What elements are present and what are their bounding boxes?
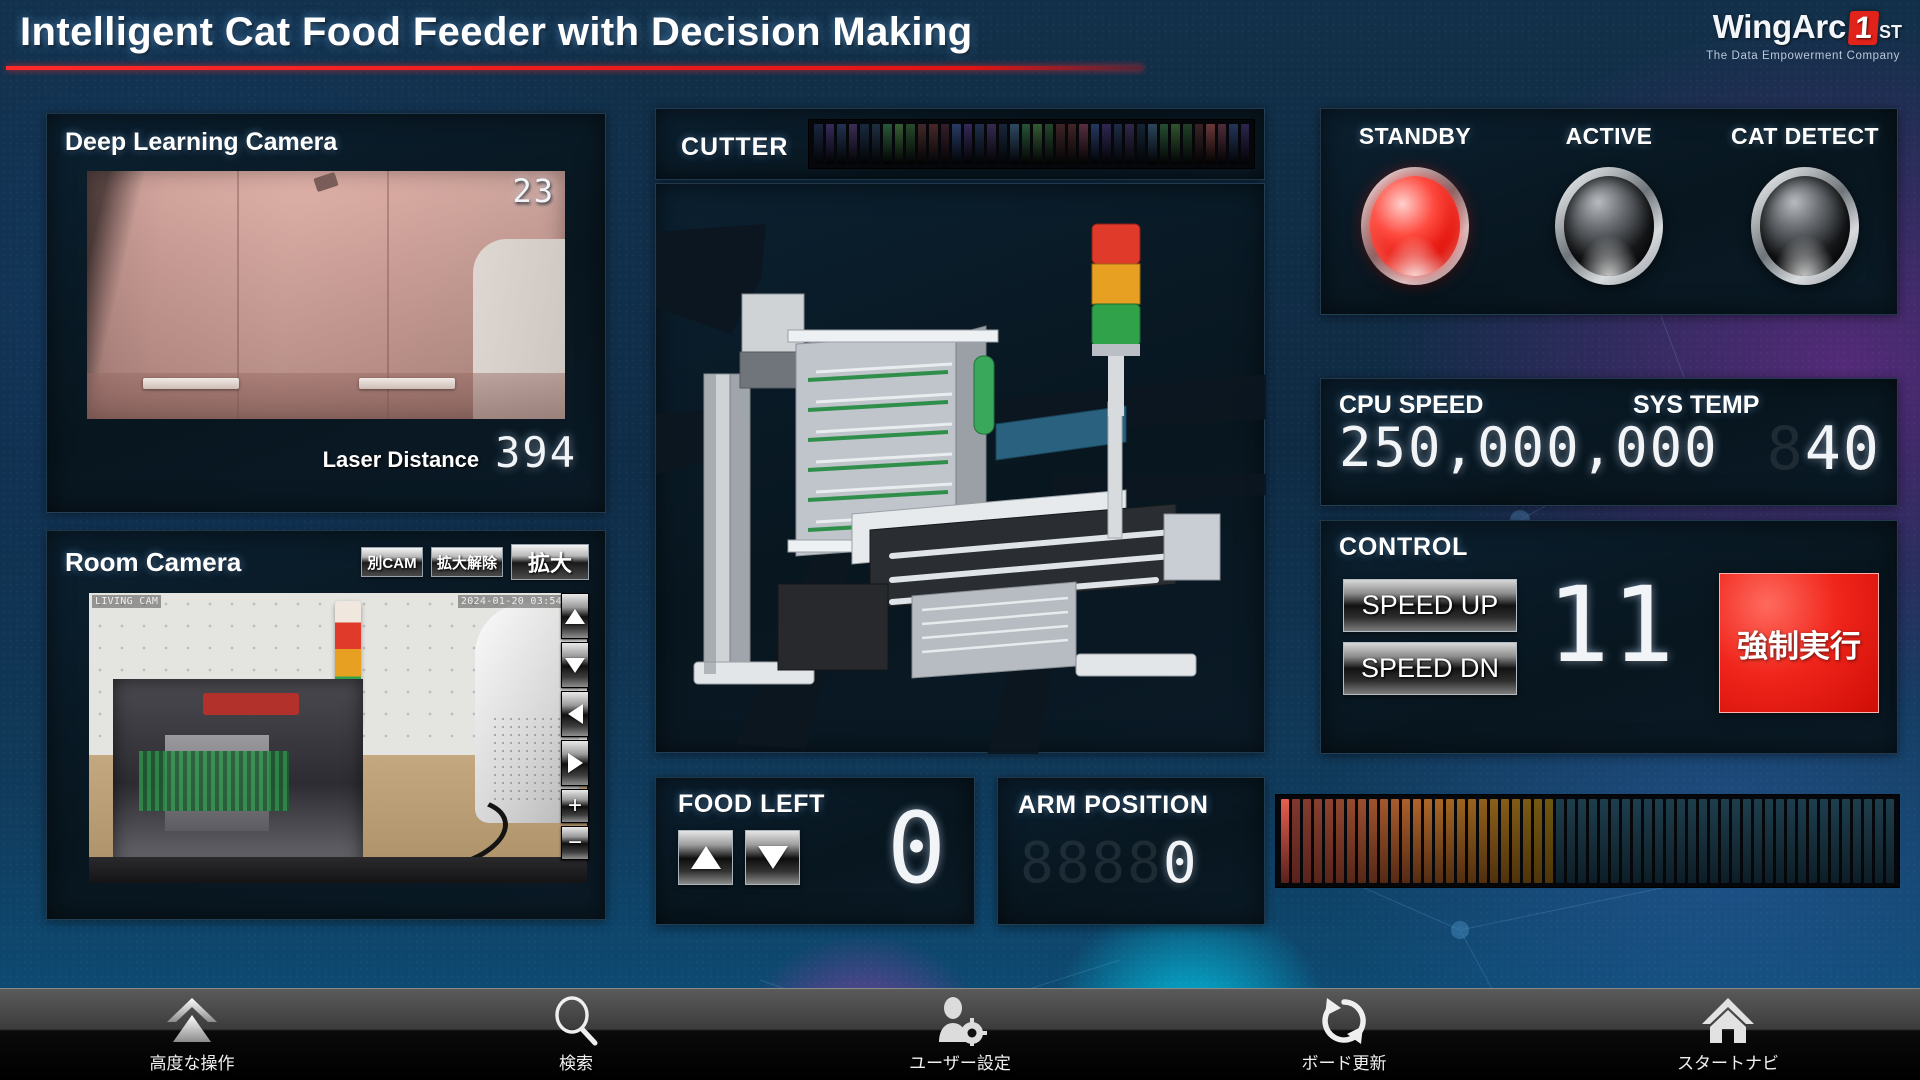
deep-learning-camera-feed[interactable]: 23 [87, 171, 565, 419]
force-execute-button[interactable]: 強制実行 [1719, 573, 1879, 713]
lamp-cat-detect[interactable]: CAT DETECT [1719, 123, 1891, 285]
taskbar-search-label: 検索 [559, 1054, 593, 1073]
triangle-left-icon [567, 704, 583, 724]
lamp-cat-detect-bulb [1760, 176, 1850, 276]
ptz-zoom-in-button[interactable]: + [561, 789, 589, 823]
deep-learning-camera-panel: Deep Learning Camera 23 Laser Distance 3… [46, 113, 606, 513]
taskbar-advanced[interactable]: 高度な操作 [0, 989, 384, 1080]
zoom-in-button[interactable]: 拡大 [511, 544, 589, 580]
arm-position-panel: ARM POSITION 88880 [997, 777, 1265, 925]
refresh-icon [1319, 995, 1369, 1047]
control-title: CONTROL [1339, 533, 1469, 561]
room-camera-button-group: 別CAM 拡大解除 拡大 [361, 544, 589, 580]
ptz-up-button[interactable] [561, 593, 589, 639]
triangle-down-icon [565, 657, 585, 673]
taskbar-user-settings-label: ユーザー設定 [909, 1054, 1011, 1073]
taskbar-search[interactable]: 検索 [384, 989, 768, 1080]
minus-icon: − [567, 829, 582, 856]
ptz-control-group: + − [561, 593, 589, 860]
triangle-right-icon [567, 753, 583, 773]
triangle-up-icon [690, 846, 721, 869]
triangle-down-icon [757, 846, 788, 869]
status-lamp-panel: STANDBY ACTIVE CAT DETECT [1320, 108, 1898, 315]
arm-position-readout: 88880 [1020, 836, 1199, 892]
logo-st-suffix: ST [1878, 22, 1902, 42]
taskbar-start-nav[interactable]: スタートナビ [1536, 989, 1920, 1080]
sys-temp-value: 40 [1804, 414, 1881, 484]
lamp-cat-detect-label: CAT DETECT [1731, 123, 1879, 149]
food-decrease-button[interactable] [745, 830, 800, 885]
food-left-panel: FOOD LEFT 0 [655, 777, 975, 925]
laser-distance-label: Laser Distance [322, 447, 480, 472]
zoom-reset-button[interactable]: 拡大解除 [431, 547, 503, 577]
room-camera-panel: Room Camera 別CAM 拡大解除 拡大 LIVING CAM 2024… [46, 530, 606, 920]
cpu-temp-panel: CPU SPEED SYS TEMP 250,000,000 8 40 [1320, 378, 1898, 506]
hmi-dashboard: Intelligent Cat Food Feeder with Decisio… [0, 0, 1920, 1080]
arm-position-value: 0 [1162, 831, 1199, 896]
logo-wordmark: WingArc [1712, 8, 1847, 45]
arm-position-ghost: 8888 [1020, 831, 1163, 896]
logo-tagline: The Data Empowerment Company [1706, 50, 1900, 62]
lamp-active-bulb [1564, 176, 1654, 276]
arm-position-label: ARM POSITION [1018, 791, 1209, 819]
cutter-panel: CUTTER [655, 108, 1265, 180]
plus-icon: + [567, 792, 582, 819]
food-stepper-group [678, 830, 800, 885]
taskbar-refresh-label: ボード更新 [1301, 1054, 1387, 1073]
machine-diagram-panel [476, 183, 1436, 759]
lamp-standby-bezel [1361, 167, 1469, 285]
cpu-speed-value: 250,000,000 [1339, 416, 1719, 479]
user-settings-icon [933, 995, 987, 1047]
ptz-right-button[interactable] [561, 740, 589, 786]
lamp-standby-label: STANDBY [1358, 123, 1472, 149]
lamp-standby[interactable]: STANDBY [1335, 123, 1495, 285]
title-underline [6, 66, 1143, 70]
header: Intelligent Cat Food Feeder with Decisio… [0, 0, 1920, 92]
food-left-value: 0 [886, 792, 948, 906]
speed-down-button[interactable]: SPEED DN [1343, 642, 1517, 695]
lamp-cat-detect-bezel [1751, 167, 1859, 285]
ptz-zoom-out-button[interactable]: − [561, 826, 589, 860]
speed-button-group: SPEED UP SPEED DN [1343, 579, 1517, 695]
arm-position-bar-gauge[interactable] [1275, 794, 1900, 888]
brand-logo: WingArc 1 ST The Data Empowerment Company [1652, 8, 1902, 62]
cutter-label: CUTTER [681, 133, 789, 161]
control-panel: CONTROL SPEED UP SPEED DN 11 強制実行 [1320, 520, 1898, 754]
speed-up-button[interactable]: SPEED UP [1343, 579, 1517, 632]
room-camera-title: Room Camera [65, 547, 242, 577]
lamp-active-bezel [1555, 167, 1663, 285]
ptz-left-button[interactable] [561, 691, 589, 737]
home-icon [1700, 995, 1756, 1047]
logo-one-badge: 1 [1847, 10, 1880, 45]
room-camera-overlay-left: LIVING CAM [92, 595, 162, 608]
lamp-standby-bulb [1370, 176, 1460, 276]
food-increase-button[interactable] [678, 830, 733, 885]
ptz-down-button[interactable] [561, 642, 589, 688]
sys-temp-readout: 8 40 [1767, 419, 1881, 479]
sys-temp-ghost: 8 [1766, 414, 1805, 484]
lamp-active-label: ACTIVE [1565, 123, 1653, 149]
taskbar-refresh[interactable]: ボード更新 [1152, 989, 1536, 1080]
food-left-label: FOOD LEFT [678, 790, 826, 818]
chevron-up-icon [165, 995, 219, 1047]
machine-3d-render [476, 223, 1436, 759]
taskbar-user-settings[interactable]: ユーザー設定 [768, 989, 1152, 1080]
triangle-up-icon [565, 608, 585, 624]
taskbar: 高度な操作 検索 ユーザー設定 ボード更新 スタートナビ [0, 988, 1920, 1080]
room-camera-feed[interactable]: LIVING CAM 2024-01-20 03:54:31 [89, 593, 587, 883]
arm-position-gauge-panel [1275, 782, 1900, 902]
alt-cam-button[interactable]: 別CAM [361, 547, 423, 577]
cutter-bar-gauge[interactable] [808, 119, 1255, 169]
taskbar-start-nav-label: スタートナビ [1677, 1054, 1779, 1073]
taskbar-advanced-label: 高度な操作 [149, 1054, 235, 1073]
deep-learning-overlay-value: 23 [512, 172, 555, 210]
page-title: Intelligent Cat Food Feeder with Decisio… [20, 10, 973, 54]
laser-distance-value: 394 [495, 428, 577, 477]
search-icon [551, 995, 601, 1047]
control-speed-value: 11 [1547, 564, 1677, 686]
laser-distance-readout: Laser Distance 394 [87, 432, 577, 474]
deep-learning-camera-title: Deep Learning Camera [65, 128, 338, 156]
lamp-active[interactable]: ACTIVE [1529, 123, 1689, 285]
